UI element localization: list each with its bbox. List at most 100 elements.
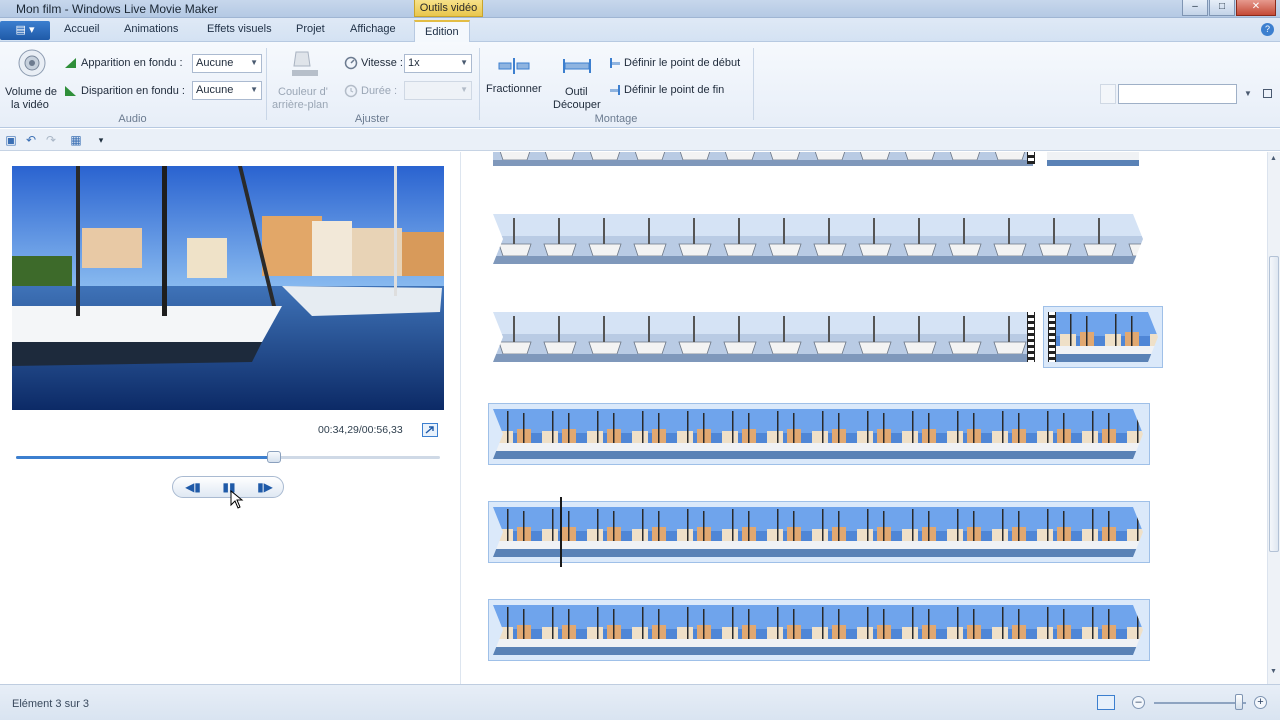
- clip-thumbnails[interactable]: [1047, 152, 1139, 168]
- bg-color-label-line2: arrière-plan: [272, 99, 329, 111]
- status-bar: Elément 3 sur 3 – +: [0, 684, 1280, 720]
- gallery-grip-icon: [1100, 84, 1116, 104]
- trim-tool-button[interactable]: Outil Découper: [550, 46, 604, 111]
- set-end-point-button[interactable]: Définir le point de fin: [606, 81, 750, 99]
- playback-controls: ◀▮ ▮▮ ▮▶: [172, 476, 284, 498]
- storyboard[interactable]: [461, 152, 1267, 684]
- tab-accueil[interactable]: Accueil: [64, 23, 99, 35]
- tab-edition[interactable]: Edition: [414, 20, 470, 43]
- zoom-in-button[interactable]: +: [1254, 696, 1267, 709]
- background-color-button[interactable]: Couleur d' arrière-plan: [270, 46, 338, 111]
- volume-label-line2: la vidéo: [11, 99, 49, 111]
- preview-pane: 00:34,29/00:56,33 ◀▮ ▮▮ ▮▶: [0, 152, 460, 684]
- set-start-point-label: Définir le point de début: [624, 57, 741, 69]
- vertical-scrollbar[interactable]: ▲ ▼: [1267, 152, 1280, 684]
- clip-thumbnails[interactable]: [493, 312, 1033, 362]
- fade-in-value: Aucune: [196, 57, 234, 69]
- customize-toolbar-icon[interactable]: ▾: [94, 133, 108, 147]
- split-button[interactable]: Fractionner: [484, 46, 544, 98]
- help-icon[interactable]: ?: [1261, 23, 1274, 36]
- search-dropdown-button[interactable]: ▼: [1241, 86, 1255, 102]
- scroll-up-icon[interactable]: ▲: [1270, 155, 1277, 162]
- fade-out-label: Disparition en fondu :: [81, 85, 185, 97]
- app-menu-button[interactable]: ▤ ▾: [0, 21, 50, 40]
- fade-in-label: Apparition en fondu :: [81, 57, 183, 69]
- undo-icon[interactable]: ↶: [24, 133, 38, 147]
- seek-bar[interactable]: [16, 451, 440, 463]
- zoom-out-button[interactable]: –: [1132, 696, 1145, 709]
- zoom-thumb[interactable]: [1234, 694, 1243, 710]
- scroll-thumb[interactable]: [1269, 256, 1279, 552]
- thumbnail-size-icon[interactable]: [1097, 695, 1115, 710]
- trim-label-line1: Outil: [565, 86, 588, 98]
- expand-icon: [425, 426, 434, 434]
- volume-button[interactable]: Volume de la vidéo: [4, 46, 60, 111]
- bg-color-label-line1: Couleur d': [278, 86, 328, 98]
- tab-animations[interactable]: Animations: [124, 23, 178, 35]
- speed-select[interactable]: 1x ▼: [404, 54, 472, 73]
- tab-affichage[interactable]: Affichage: [350, 23, 396, 35]
- mouse-cursor-icon: [230, 490, 244, 509]
- speed-label: Vitesse :: [361, 57, 403, 69]
- set-end-point-label: Définir le point de fin: [624, 84, 725, 96]
- scroll-down-icon[interactable]: ▼: [1270, 668, 1277, 675]
- fade-in-icon: [65, 58, 76, 68]
- seek-progress: [16, 456, 275, 459]
- playhead[interactable]: [560, 497, 562, 567]
- clip-edge-marker: [1027, 152, 1035, 164]
- split-icon: [498, 58, 530, 74]
- fade-out-select[interactable]: Aucune ▼: [192, 81, 262, 100]
- group-separator: [266, 48, 267, 120]
- quick-access-toolbar: ▣ ↶ ↷ ▦ ▾: [0, 129, 1280, 151]
- previous-frame-button[interactable]: ◀▮: [181, 479, 205, 495]
- chevron-down-icon: ▼: [460, 58, 468, 67]
- selected-clip[interactable]: [488, 599, 1150, 661]
- video-preview[interactable]: [12, 166, 444, 410]
- selected-clip[interactable]: [1043, 306, 1163, 368]
- fullscreen-button[interactable]: [422, 423, 438, 437]
- zoom-slider[interactable]: [1154, 702, 1246, 704]
- clip-edge-marker: [1027, 312, 1035, 362]
- selected-clip[interactable]: [488, 403, 1150, 465]
- clock-icon: [344, 84, 358, 98]
- maximize-button[interactable]: □: [1209, 0, 1235, 16]
- search-input[interactable]: [1118, 84, 1237, 104]
- clip-thumbnails: [493, 605, 1143, 655]
- volume-label-line1: Volume de: [5, 86, 57, 98]
- redo-icon[interactable]: ↷: [44, 133, 58, 147]
- ajuster-group-label: Ajuster: [354, 113, 390, 125]
- group-separator: [479, 48, 480, 120]
- clip-thumbnails[interactable]: [493, 214, 1143, 264]
- clip-edge-marker: [1048, 312, 1056, 362]
- set-start-point-button[interactable]: Définir le point de début: [606, 54, 750, 72]
- chevron-down-icon: ▼: [250, 85, 258, 94]
- video-tools-context-header: Outils vidéo: [414, 0, 483, 17]
- ribbon: Volume de la vidéo Apparition en fondu :…: [0, 42, 1280, 128]
- trim-icon: [563, 59, 591, 73]
- tab-effets-visuels[interactable]: Effets visuels: [207, 23, 272, 35]
- title-bar: Mon film - Windows Live Movie Maker Outi…: [0, 0, 1280, 18]
- split-label: Fractionner: [486, 83, 542, 95]
- clip-thumbnails: [493, 409, 1143, 459]
- fade-out-value: Aucune: [196, 84, 234, 96]
- selected-clip[interactable]: [488, 501, 1150, 563]
- seek-thumb[interactable]: [267, 451, 282, 463]
- minimize-button[interactable]: –: [1182, 0, 1208, 16]
- ribbon-collapse-icon[interactable]: [1263, 89, 1272, 98]
- clip-thumbnails: [493, 507, 1143, 557]
- view-options-icon[interactable]: ▦: [66, 133, 86, 147]
- fade-in-select[interactable]: Aucune ▼: [192, 54, 262, 73]
- paint-bucket-icon: [292, 51, 318, 76]
- status-text: Elément 3 sur 3: [12, 698, 90, 710]
- tab-projet[interactable]: Projet: [296, 23, 325, 35]
- ribbon-tabs: ▤ ▾ Accueil Animations Effets visuels Pr…: [0, 18, 1280, 43]
- next-frame-button[interactable]: ▮▶: [253, 479, 277, 495]
- clip-thumbnails[interactable]: [493, 152, 1033, 168]
- duration-select[interactable]: ▼: [404, 81, 472, 100]
- chevron-down-icon: ▼: [250, 58, 258, 67]
- audio-group-label: Audio: [118, 113, 147, 125]
- fade-out-icon: [65, 86, 76, 96]
- close-button[interactable]: ✕: [1236, 0, 1276, 16]
- save-icon[interactable]: ▣: [4, 133, 18, 147]
- clip-thumbnails: [1056, 312, 1158, 362]
